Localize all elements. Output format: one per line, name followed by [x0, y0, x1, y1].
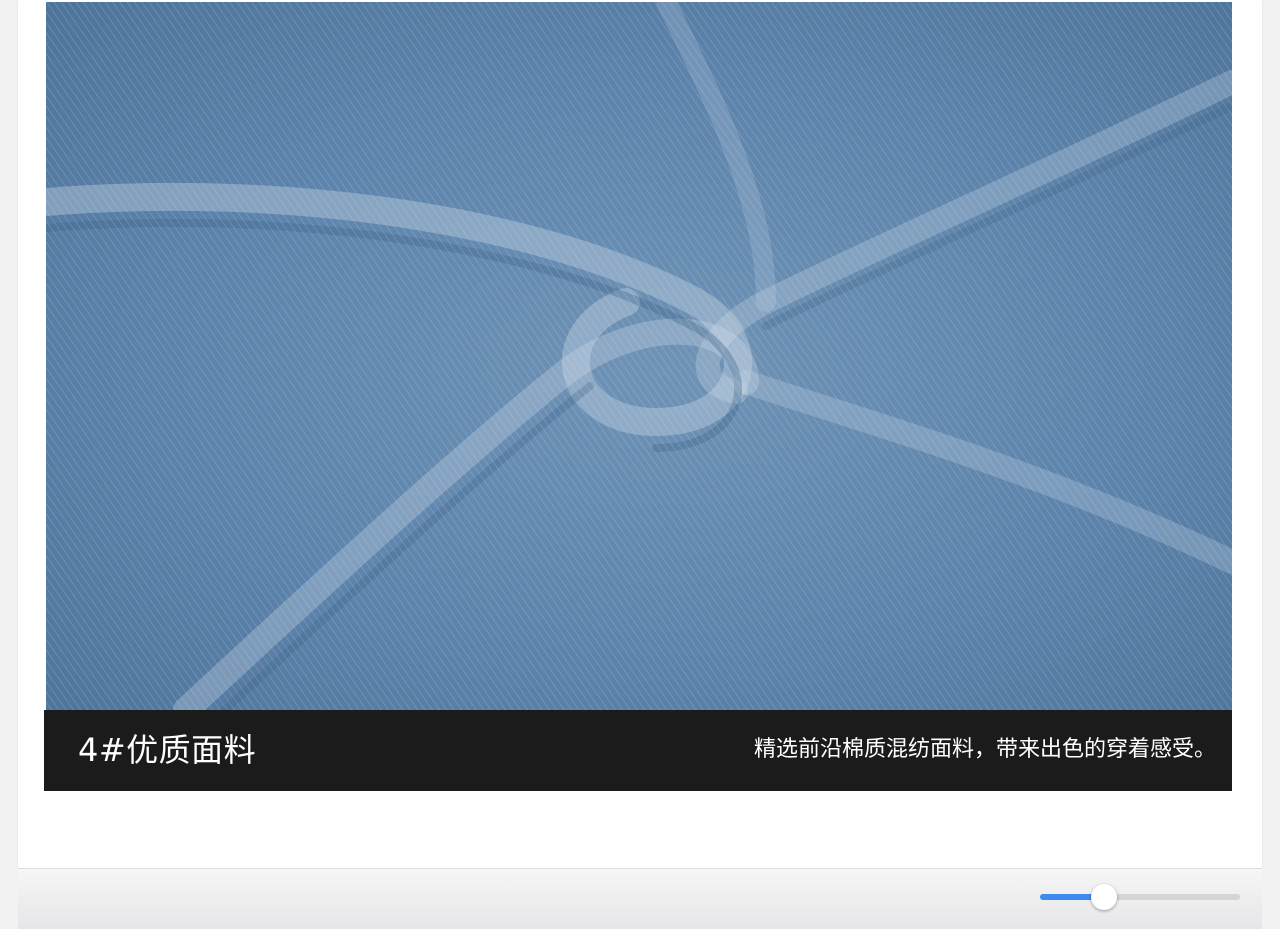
caption-bar: 4#优质面料 精选前沿棉质混纺面料，带来出色的穿着感受。 — [44, 710, 1232, 791]
denim-fabric-image — [46, 2, 1232, 710]
slider-thumb[interactable] — [1091, 884, 1117, 910]
zoom-slider[interactable] — [1040, 884, 1242, 910]
caption-description: 精选前沿棉质混纺面料，带来出色的穿着感受。 — [753, 737, 1216, 762]
caption-title: 4#优质面料 — [78, 731, 257, 769]
fabric-photo — [46, 2, 1232, 710]
